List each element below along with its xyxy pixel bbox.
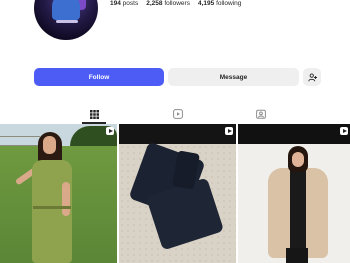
post-image-dark-band xyxy=(238,124,350,144)
follow-button[interactable]: Follow xyxy=(34,68,164,86)
reels-icon xyxy=(173,109,183,119)
suggested-accounts-button[interactable] xyxy=(303,68,321,86)
tab-posts[interactable] xyxy=(87,108,101,120)
followers-count: 2,258 xyxy=(146,0,163,7)
following-label: following xyxy=(216,0,242,7)
post-image-face xyxy=(43,136,56,154)
follow-button-label: Follow xyxy=(88,73,110,81)
avatar-figure-body xyxy=(52,0,80,20)
post-image-belt xyxy=(33,206,71,209)
posts-count: 194 xyxy=(110,0,121,7)
post-image-legs xyxy=(286,248,308,263)
grid-icon xyxy=(89,109,99,119)
post-image-fence xyxy=(0,136,40,146)
message-button[interactable]: Message xyxy=(168,68,299,86)
posts-label: posts xyxy=(122,0,139,7)
following-stat[interactable]: 4,195 following xyxy=(198,0,241,7)
following-count: 4,195 xyxy=(197,0,215,7)
followers-stat[interactable]: 2,258 followers xyxy=(146,0,190,7)
profile-tabs xyxy=(0,104,350,124)
tab-tagged[interactable] xyxy=(254,108,268,120)
posts-stat: 194 posts xyxy=(110,0,138,7)
grid-post-1[interactable] xyxy=(0,124,117,263)
reel-indicator-icon xyxy=(225,127,233,135)
message-button-label: Message xyxy=(219,73,248,81)
post-image-arm xyxy=(62,182,70,216)
reel-indicator-icon xyxy=(106,127,114,135)
avatar-caption xyxy=(56,20,78,23)
profile-avatar[interactable] xyxy=(34,0,98,40)
followers-label: followers xyxy=(164,0,190,7)
post-grid xyxy=(0,124,350,263)
post-image-dark-band xyxy=(119,124,236,144)
profile-stats: 194 posts 2,258 followers 4,195 followin… xyxy=(110,0,241,7)
tagged-icon xyxy=(256,109,266,119)
post-image-face xyxy=(292,152,304,167)
grid-post-3[interactable] xyxy=(238,124,350,263)
add-person-icon xyxy=(307,73,317,81)
grid-post-2[interactable] xyxy=(119,124,236,263)
tab-reels[interactable] xyxy=(171,108,185,120)
post-image-black-top xyxy=(290,170,306,250)
reel-indicator-icon xyxy=(340,127,348,135)
